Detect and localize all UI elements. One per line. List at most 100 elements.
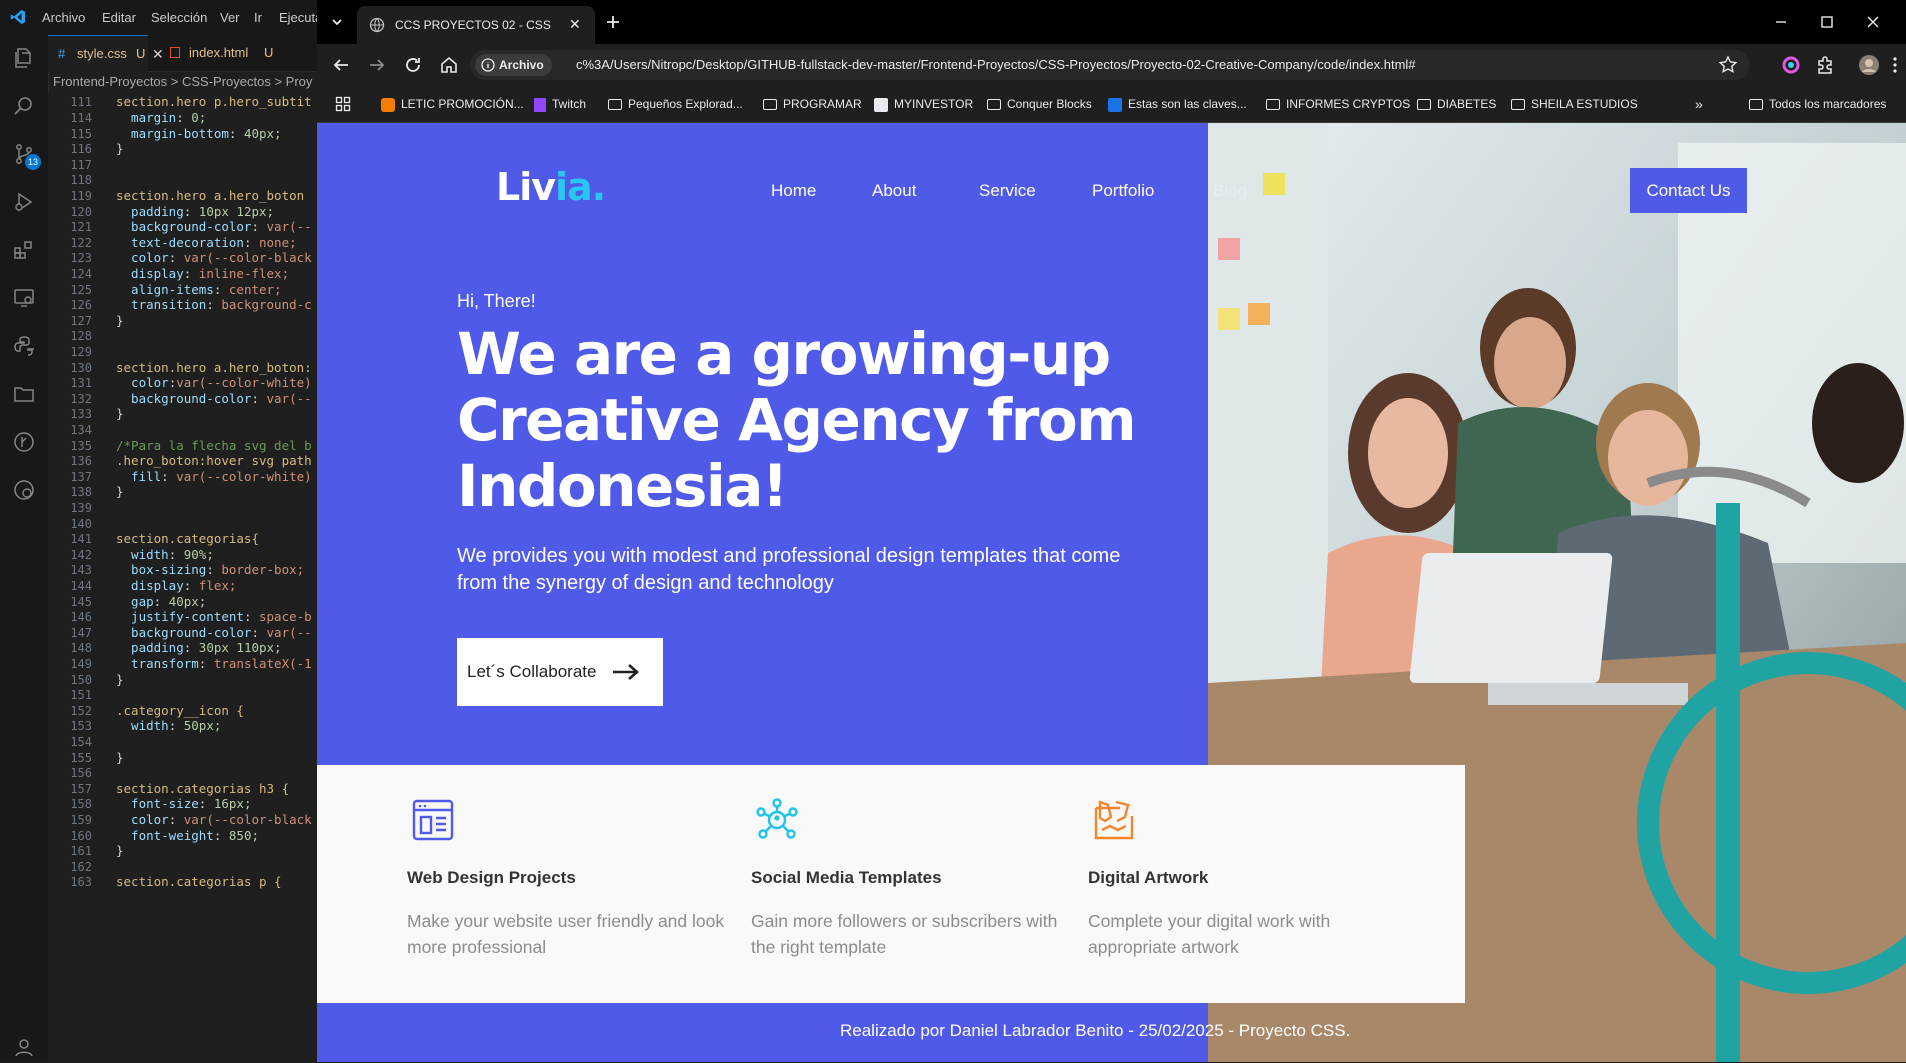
hero-section: Livia. Hi, There! We are a growing-up Cr… — [317, 123, 1208, 765]
bookmark-letic[interactable]: LETIC PROMOCIÓN... — [381, 96, 524, 112]
line-number: 132 — [70, 391, 92, 406]
address-bar[interactable]: Archivo c%3A/Users/Nitropc/Desktop/GITHU… — [470, 50, 1750, 80]
code-line: section.categorias{ — [116, 531, 259, 547]
bookmark-conquer[interactable]: Conquer Blocks — [987, 96, 1092, 112]
tab-close-icon[interactable]: ✕ — [569, 16, 581, 33]
tab-search-icon[interactable] — [325, 10, 349, 34]
code-line: } — [116, 406, 124, 422]
folder-icon — [763, 99, 777, 111]
site-logo[interactable]: Livia. — [496, 165, 606, 209]
browser-tab[interactable]: CCS PROYECTOS 02 - CSS Proye ✕ — [357, 6, 595, 44]
menu-ver[interactable]: Ver — [220, 10, 240, 25]
bookmark-myinvestor-label: MYINVESTOR — [894, 97, 974, 111]
explorer-icon[interactable] — [12, 46, 36, 70]
nav-home[interactable]: Home — [771, 181, 816, 201]
bookmark-myinvestor[interactable]: MYINVESTOR — [874, 96, 973, 112]
contact-us-button[interactable]: Contact Us — [1630, 168, 1747, 213]
line-number: 134 — [70, 423, 92, 437]
activity-bar: 13 — [0, 35, 49, 1062]
nav-service[interactable]: Service — [979, 181, 1036, 201]
close-window-icon[interactable] — [1861, 10, 1885, 34]
editor-tabs: # style.css U ✕ index.html U — [48, 35, 320, 72]
code-line: padding: 30px 110px; — [116, 640, 282, 656]
breadcrumb-path[interactable]: Frontend-Proyectos > CSS-Proyectos > Pro… — [48, 74, 312, 89]
source-control-icon[interactable]: 13 — [12, 142, 41, 170]
more-bookmarks-icon[interactable]: » — [1695, 96, 1703, 112]
new-tab-icon[interactable] — [601, 10, 625, 34]
bookmark-diabetes[interactable]: DIABETES — [1417, 96, 1496, 112]
menu-archivo[interactable]: Archivo — [42, 10, 85, 25]
code-line: } — [116, 141, 124, 157]
globe-icon — [369, 17, 385, 33]
collaborate-button[interactable]: Let´s Collaborate — [457, 638, 663, 706]
line-number: 138 — [70, 485, 92, 500]
tab-style-css[interactable]: # style.css U ✕ — [48, 35, 164, 72]
extensions-puzzle-icon[interactable] — [1813, 53, 1837, 77]
nav-blog[interactable]: Blog — [1213, 181, 1247, 201]
line-number: 148 — [70, 641, 92, 656]
search-icon[interactable] — [12, 94, 36, 118]
menu-ir[interactable]: Ir — [254, 10, 262, 25]
home-icon[interactable] — [437, 53, 461, 77]
bookmarks-bar: LETIC PROMOCIÓN... Twitch Pequeños Explo… — [317, 86, 1906, 123]
apps-icon[interactable] — [335, 96, 351, 112]
accounts-icon[interactable] — [12, 1035, 36, 1059]
project-manager-icon[interactable] — [12, 382, 36, 406]
code-line: width: 90%; — [116, 546, 214, 562]
forward-icon[interactable] — [365, 53, 389, 77]
bookmark-twitch[interactable]: Twitch — [534, 96, 586, 112]
bookmark-programar[interactable]: PROGRAMAR — [763, 96, 862, 112]
remote-explorer-icon[interactable] — [12, 286, 36, 310]
all-bookmarks[interactable]: Todos los marcadores — [1749, 96, 1886, 112]
back-icon[interactable] — [329, 53, 353, 77]
extension-color-icon[interactable] — [1779, 53, 1803, 77]
url-text[interactable]: c%3A/Users/Nitropc/Desktop/GITHUB-fullst… — [576, 57, 1676, 72]
menu-seleccion[interactable]: Selección — [151, 10, 207, 25]
code-line: width: 50px; — [116, 718, 222, 734]
folder-icon — [1417, 99, 1431, 111]
bookmark-star-icon[interactable] — [1716, 53, 1740, 77]
code-line: margin-bottom: 40px; — [116, 125, 282, 141]
code-editor[interactable]: 111 section.hero p.hero_subtit 114 margin:… — [48, 93, 320, 1062]
extensions-icon[interactable] — [12, 238, 36, 262]
site-info-chip[interactable]: Archivo — [475, 54, 552, 76]
bookmark-claves-label: Estas son las claves... — [1128, 97, 1247, 111]
bookmark-sheila[interactable]: SHEILA ESTUDIOS — [1511, 96, 1638, 112]
bookmark-letic-label: LETIC PROMOCIÓN... — [401, 97, 524, 111]
code-line: text-decoration: none; — [116, 234, 297, 250]
category-title: Web Design Projects — [407, 868, 576, 887]
hero-title-line-3: Indonesia! — [457, 452, 788, 520]
maximize-icon[interactable] — [1815, 10, 1839, 34]
profile-avatar[interactable] — [1857, 53, 1881, 77]
category-title: Digital Artwork — [1088, 868, 1209, 887]
code-line: .category__icon { — [116, 702, 244, 718]
reload-icon[interactable] — [401, 53, 425, 77]
kebab-menu-icon[interactable] — [1883, 53, 1906, 77]
code-line: display: inline-flex; — [116, 266, 290, 281]
line-number: 162 — [70, 859, 92, 874]
tab-title: CCS PROYECTOS 02 - CSS Proye — [395, 18, 555, 32]
run-debug-icon[interactable] — [12, 190, 36, 214]
bookmark-claves[interactable]: Estas son las claves... — [1108, 96, 1247, 112]
python-icon[interactable] — [12, 334, 36, 358]
nav-about[interactable]: About — [872, 181, 916, 201]
menu-editar[interactable]: Editar — [102, 10, 136, 25]
nav-portfolio[interactable]: Portfolio — [1092, 181, 1154, 201]
code-line: box-sizing: border-box; — [116, 562, 305, 578]
code-line: background-color: var(-- — [116, 624, 312, 640]
bookmark-cryptos[interactable]: INFORMES CRYPTOS — [1266, 96, 1410, 112]
timeline-icon[interactable] — [12, 478, 36, 502]
bookmark-pequenos[interactable]: Pequeños Explorad... — [608, 96, 743, 112]
browser-toolbar: Archivo c%3A/Users/Nitropc/Desktop/GITHU… — [317, 44, 1906, 86]
scm-badge: 13 — [25, 154, 41, 170]
code-line: padding: 10px 12px; — [116, 203, 275, 219]
tab-index-html-status: U — [264, 45, 274, 60]
tab-index-html[interactable]: index.html U — [160, 35, 320, 71]
git-graph-icon[interactable] — [12, 430, 36, 454]
code-line: color: var(--color-black — [116, 250, 312, 266]
minimize-icon[interactable] — [1769, 10, 1793, 34]
line-number: 129 — [70, 345, 92, 359]
code-line: } — [116, 671, 124, 687]
code-line: font-weight: 850; — [116, 827, 260, 843]
line-number: 161 — [70, 844, 92, 859]
